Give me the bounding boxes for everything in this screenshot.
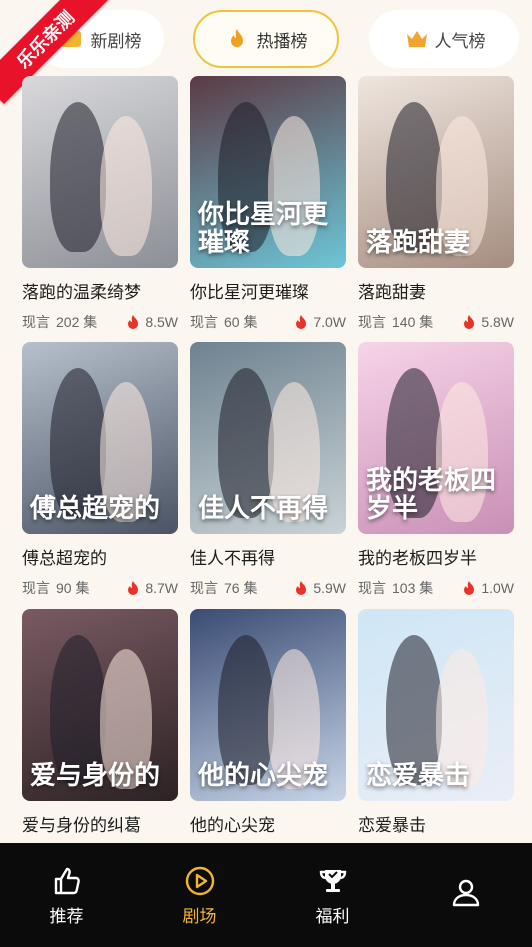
nav-recommend[interactable]: 推荐 xyxy=(0,843,133,947)
poster-title-art: 他的心尖宠 xyxy=(198,761,329,792)
drama-title[interactable]: 傅总超宠的 xyxy=(22,544,178,569)
drama-card[interactable]: 落跑的温柔绮梦现言 202 集 8.5W xyxy=(22,76,178,332)
crown-icon xyxy=(403,27,427,51)
episode-count: 60 集 xyxy=(224,314,258,330)
drama-card[interactable]: 你比星河更璀璨 你比星河更璀璨 现言 60 集 7.0W xyxy=(190,76,346,332)
drama-title[interactable]: 佳人不再得 xyxy=(190,544,346,569)
episode-count: 76 集 xyxy=(224,580,258,596)
poster-title-art: 你比星河更璀璨 xyxy=(198,199,329,259)
trophy-icon xyxy=(319,869,346,892)
drama-meta: 现言 60 集 7.0W xyxy=(190,312,346,332)
drama-genre: 现言 xyxy=(358,580,386,596)
drama-poster[interactable]: 傅总超宠的 xyxy=(22,342,178,534)
heat-count: 5.8W xyxy=(481,314,514,330)
drama-title[interactable]: 恋爱暴击 xyxy=(358,811,514,836)
episode-count: 202 集 xyxy=(56,314,98,330)
drama-title[interactable]: 爱与身份的纠葛 xyxy=(22,811,178,836)
episode-count: 103 集 xyxy=(392,580,434,596)
tab-label: 热播榜 xyxy=(256,31,308,52)
drama-title[interactable]: 落跑的温柔绮梦 xyxy=(22,278,178,303)
drama-title[interactable]: 他的心尖宠 xyxy=(190,811,346,836)
poster-title-art: 爱与身份的 xyxy=(30,761,161,792)
nav-theater[interactable]: 剧场 xyxy=(133,843,266,947)
tab-hot-drama[interactable]: 热播榜 xyxy=(193,10,339,68)
drama-card[interactable]: 傅总超宠的 傅总超宠的 现言 90 集 8.7W xyxy=(22,342,178,598)
drama-poster[interactable]: 你比星河更璀璨 xyxy=(190,76,346,268)
play-circle-icon xyxy=(185,866,214,895)
drama-poster[interactable]: 落跑甜妻 xyxy=(358,76,514,268)
poster-title-art: 佳人不再得 xyxy=(198,494,329,525)
fire-icon xyxy=(464,315,475,329)
heat-count: 8.5W xyxy=(145,314,178,330)
drama-poster[interactable]: 爱与身份的 xyxy=(22,609,178,801)
drama-genre: 现言 xyxy=(190,314,218,330)
drama-genre: 现言 xyxy=(358,314,386,330)
bottom-nav: 推荐 剧场 福利 xyxy=(0,843,532,947)
drama-poster[interactable]: 他的心尖宠 xyxy=(190,609,346,801)
heat-count: 8.7W xyxy=(145,580,178,596)
nav-welfare[interactable]: 福利 xyxy=(266,843,399,947)
poster-figure xyxy=(100,116,152,256)
drama-card[interactable]: 佳人不再得 佳人不再得 现言 76 集 5.9W xyxy=(190,342,346,598)
nav-label: 福利 xyxy=(315,906,350,926)
drama-card[interactable]: 他的心尖宠 他的心尖宠 xyxy=(190,609,346,836)
drama-genre: 现言 xyxy=(22,314,50,330)
tab-popular[interactable]: 人气榜 xyxy=(369,10,519,68)
tab-label: 新剧榜 xyxy=(90,31,142,52)
heat-count: 1.0W xyxy=(481,580,514,596)
flame-icon xyxy=(225,27,249,51)
fire-icon xyxy=(128,315,139,329)
fire-icon xyxy=(296,581,307,595)
nav-label: 推荐 xyxy=(49,906,84,926)
drama-card[interactable]: 恋爱暴击 恋爱暴击 xyxy=(358,609,514,836)
episode-count: 90 集 xyxy=(56,580,90,596)
drama-genre: 现言 xyxy=(190,580,218,596)
drama-meta: 现言 202 集 8.5W xyxy=(22,312,178,332)
drama-card[interactable]: 落跑甜妻 落跑甜妻 现言 140 集 5.8W xyxy=(358,76,514,332)
drama-poster[interactable]: 恋爱暴击 xyxy=(358,609,514,801)
drama-meta: 现言 76 集 5.9W xyxy=(190,578,346,598)
poster-title-art: 落跑甜妻 xyxy=(366,228,471,259)
tab-label: 人气榜 xyxy=(434,31,486,52)
poster-title-art: 我的老板四岁半 xyxy=(366,465,497,525)
poster-title-art: 傅总超宠的 xyxy=(30,494,161,525)
thumbs-up-icon xyxy=(54,867,80,894)
fire-icon xyxy=(464,581,475,595)
episode-count: 140 集 xyxy=(392,314,434,330)
drama-poster[interactable]: 我的老板四岁半 xyxy=(358,342,514,534)
drama-card[interactable]: 爱与身份的爱与身份的纠葛 xyxy=(22,609,178,836)
heat-count: 7.0W xyxy=(313,314,346,330)
drama-poster[interactable]: 佳人不再得 xyxy=(190,342,346,534)
heat-count: 5.9W xyxy=(313,580,346,596)
nav-label: 剧场 xyxy=(182,906,217,926)
drama-meta: 现言 90 集 8.7W xyxy=(22,578,178,598)
fire-icon xyxy=(296,315,307,329)
user-icon xyxy=(452,879,479,907)
nav-profile[interactable] xyxy=(399,843,532,947)
drama-title[interactable]: 你比星河更璀璨 xyxy=(190,278,346,303)
drama-title[interactable]: 落跑甜妻 xyxy=(358,278,514,303)
drama-poster[interactable] xyxy=(22,76,178,268)
drama-meta: 现言 140 集 5.8W xyxy=(358,312,514,332)
poster-figure xyxy=(50,102,106,252)
poster-title-art: 恋爱暴击 xyxy=(366,761,471,792)
drama-genre: 现言 xyxy=(22,580,50,596)
fire-icon xyxy=(128,581,139,595)
drama-meta: 现言 103 集 1.0W xyxy=(358,578,514,598)
drama-title[interactable]: 我的老板四岁半 xyxy=(358,544,514,569)
drama-card[interactable]: 我的老板四岁半 我的老板四岁半 现言 103 集 1.0W xyxy=(358,342,514,598)
